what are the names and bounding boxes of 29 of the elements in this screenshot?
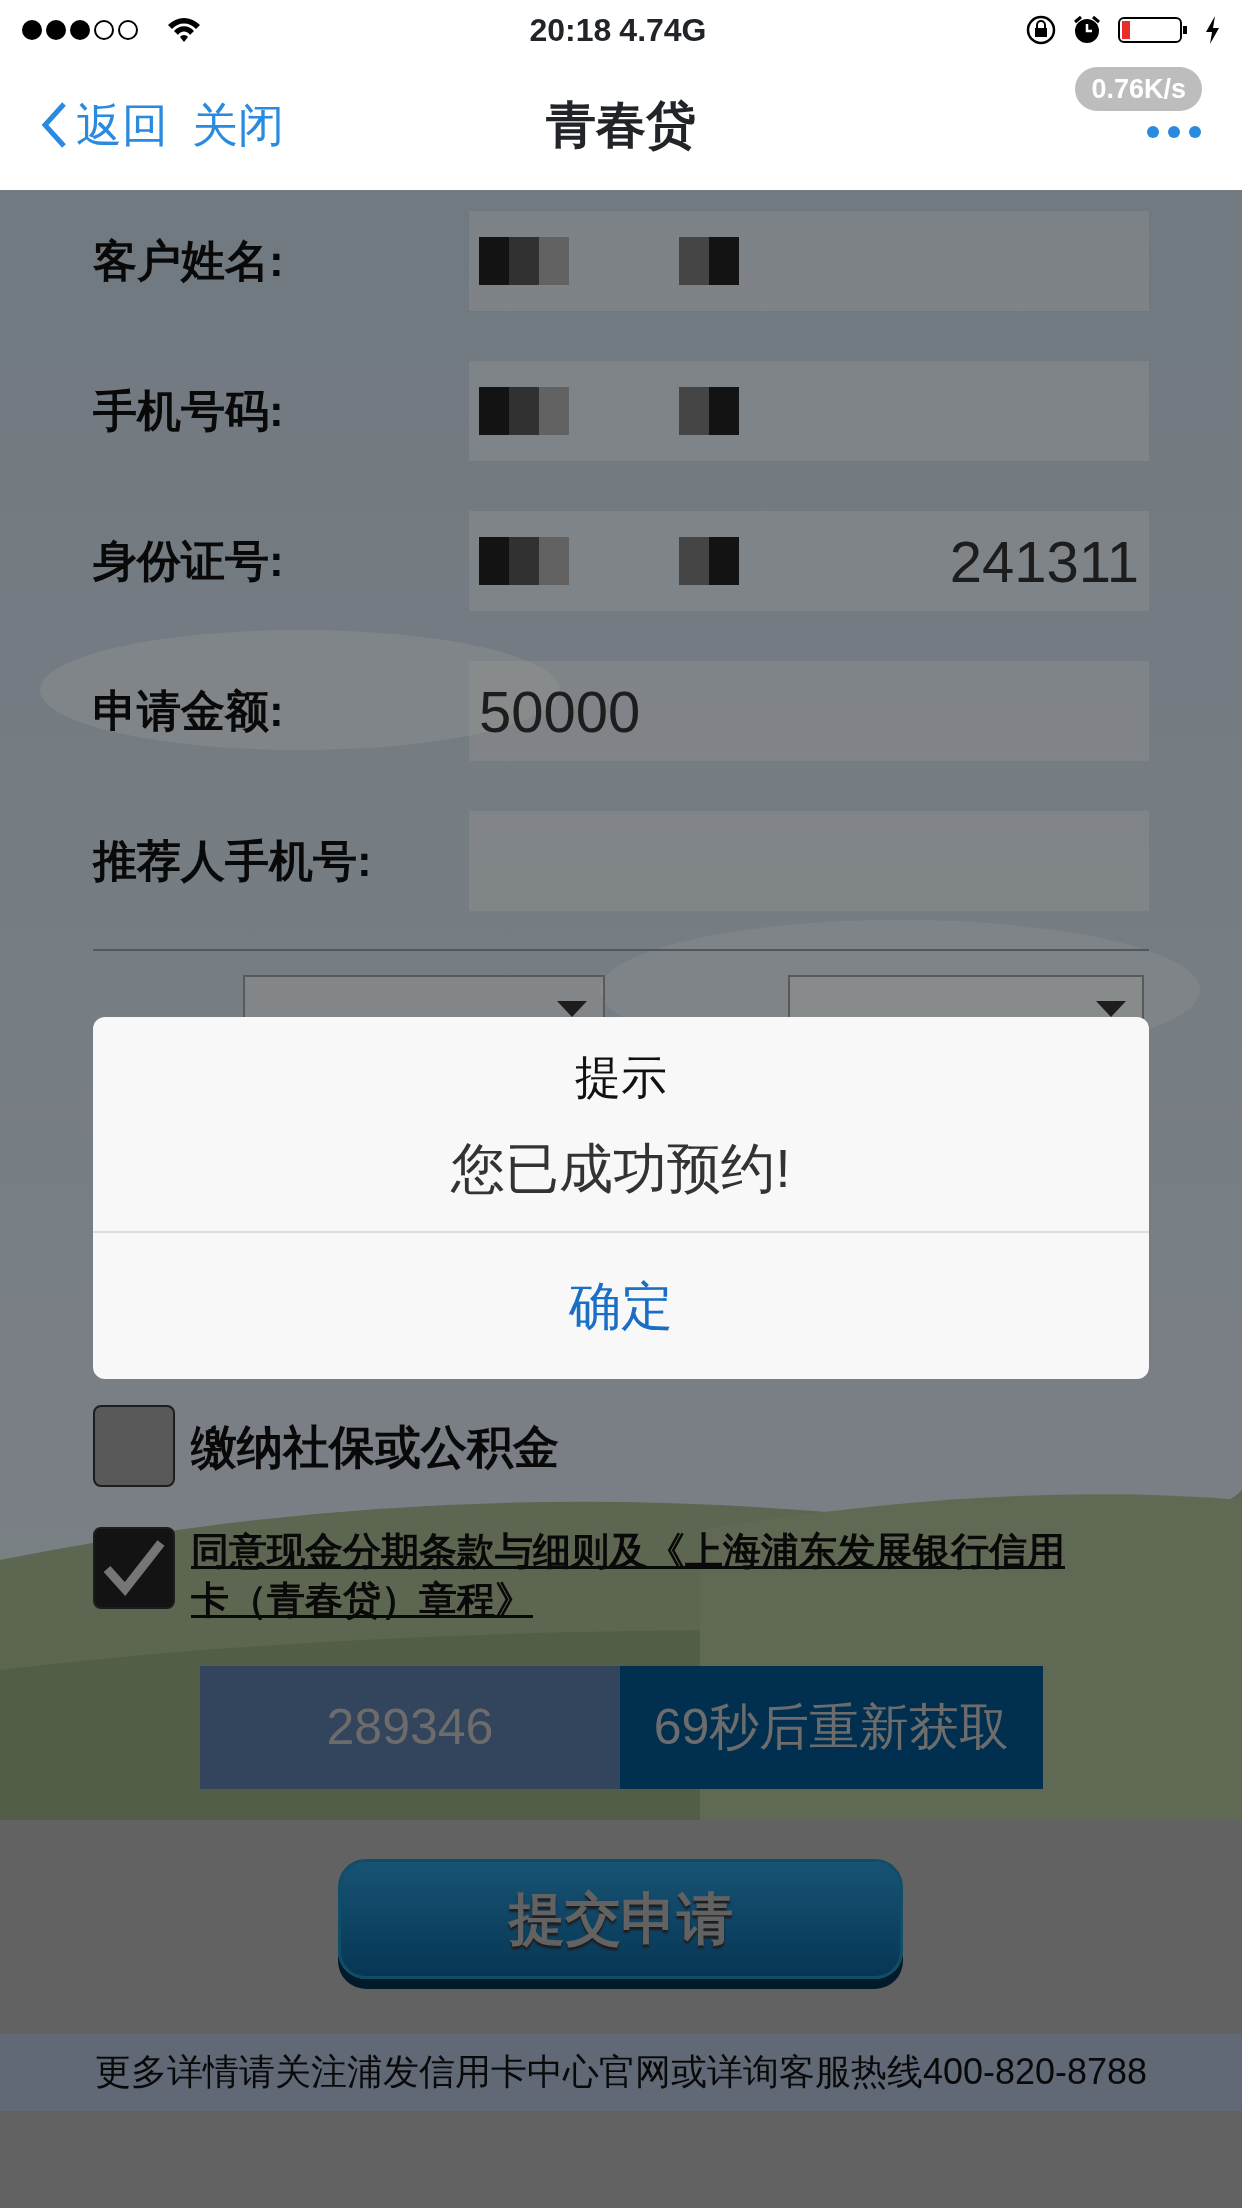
alarm-clock-icon — [1072, 15, 1102, 45]
field-label: 手机号码: — [93, 385, 285, 437]
battery-icon — [1118, 15, 1188, 45]
footer-text: 更多详情请关注浦发信用卡中心官网或详询客服热线400-820-8788 — [94, 2050, 1148, 2095]
field-label: 身份证号: — [93, 535, 285, 587]
resend-button[interactable]: 69秒后重新获取 — [620, 1665, 1043, 1789]
rotation-lock-icon — [1026, 15, 1056, 45]
field-label: 推荐人手机号: — [93, 835, 373, 887]
speed-badge: 0.76K/s — [1075, 66, 1202, 112]
page-title: 青春贷 — [546, 96, 696, 153]
clock: 20:18 — [529, 11, 612, 50]
field-value: 241311 — [949, 527, 1139, 596]
chevron-left-icon — [40, 101, 68, 149]
code-field[interactable]: 289346 — [200, 1665, 620, 1789]
field-label: 申请金额: — [93, 685, 285, 737]
more-icon — [1146, 125, 1202, 139]
dialog-message: 您已成功预约! — [450, 1137, 792, 1200]
charging-icon — [1204, 15, 1222, 45]
close-button[interactable]: 关闭 — [192, 90, 284, 160]
checkbox[interactable] — [93, 1405, 175, 1487]
field-value: 50000 — [479, 677, 641, 746]
checkbox-label: 缴纳社保或公积金 — [191, 1420, 559, 1475]
confirm-button[interactable]: 确定 — [93, 1231, 1149, 1379]
checkbox[interactable] — [93, 1527, 175, 1609]
dialog-title: 提示 — [574, 1050, 668, 1105]
field-label: 客户姓名: — [93, 235, 285, 287]
terms-link[interactable]: 同意现金分期条款与细则及《上海浦东发展银行信用卡（青春贷）章程》 — [191, 1527, 1071, 1626]
back-button[interactable]: 返回 — [40, 90, 168, 160]
data-usage: 4.74G — [619, 11, 707, 50]
